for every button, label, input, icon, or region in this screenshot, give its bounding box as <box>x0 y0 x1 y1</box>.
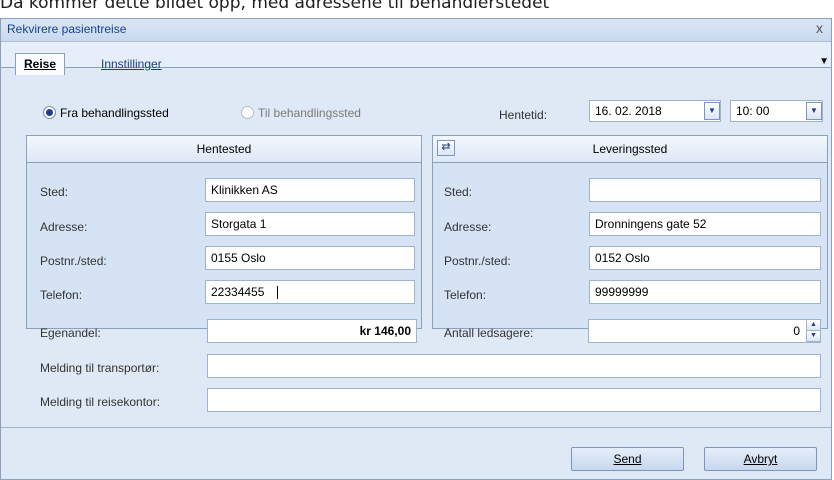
delivery-postal-field[interactable]: 0152 Oslo <box>589 246 821 270</box>
escorts-label: Antall ledsagere: <box>444 326 534 340</box>
date-dropdown-icon[interactable]: ▼ <box>704 102 720 120</box>
pickup-date-field[interactable]: 16. 02. 2018 <box>589 100 721 122</box>
delivery-panel: Leveringssted ⇄ Sted: Adresse: Dronninge… <box>432 135 828 329</box>
window-title: Rekvirere pasientreise <box>7 22 127 36</box>
stepper-down-icon[interactable]: ▼ <box>807 331 820 342</box>
copay-label: Egenandel: <box>40 326 101 340</box>
tab-innstillinger[interactable]: Innstillinger <box>93 54 170 74</box>
pickup-postal-label: Postnr./sted: <box>40 254 107 268</box>
tab-reise[interactable]: Reise <box>15 53 66 75</box>
tab-overflow-icon[interactable]: ▼ <box>819 56 829 67</box>
delivery-address-field[interactable]: Dronningens gate 52 <box>589 212 821 236</box>
close-icon[interactable]: x <box>816 20 823 36</box>
delivery-place-field[interactable] <box>589 178 821 202</box>
send-button[interactable]: Send <box>571 447 684 471</box>
delivery-phone-field[interactable]: 99999999 <box>589 280 821 304</box>
swap-addresses-icon[interactable]: ⇄ <box>437 140 455 156</box>
delivery-place-label: Sted: <box>444 185 473 199</box>
escorts-stepper[interactable]: ▲ ▼ <box>806 320 820 342</box>
pickup-place-field[interactable]: Klinikken AS <box>205 178 415 202</box>
pickup-time-label: Hentetid: <box>499 108 548 122</box>
msg-transport-label: Melding til transportør: <box>40 361 160 375</box>
escorts-field[interactable]: 0 <box>588 319 821 343</box>
title-bar: Rekvirere pasientreise x <box>1 19 831 42</box>
delivery-postal-label: Postnr./sted: <box>444 254 511 268</box>
pickup-phone-field[interactable]: 22334455 <box>205 280 415 304</box>
pickup-phone-label: Telefon: <box>40 288 83 302</box>
pickup-postal-field[interactable]: 0155 Oslo <box>205 246 415 270</box>
cancel-button[interactable]: Avbryt <box>704 447 817 471</box>
delivery-panel-title: Leveringssted <box>433 136 827 163</box>
document-caption-text: Da kommer dette bildet opp, med adressen… <box>0 0 550 13</box>
pickup-address-field[interactable]: Storgata 1 <box>205 212 415 236</box>
tab-reise-label: Reise <box>24 57 57 71</box>
radio-to-label: Til behandlingssted <box>258 106 361 120</box>
msg-office-label: Melding til reisekontor: <box>40 395 161 409</box>
tab-bar: Reise Innstillinger ▼ <box>1 42 831 75</box>
copay-field: kr 146,00 <box>207 319 417 343</box>
text-cursor <box>277 286 278 299</box>
send-button-label: Send <box>613 452 642 466</box>
cancel-button-label: Avbryt <box>743 452 778 466</box>
time-dropdown-icon[interactable]: ▼ <box>806 102 822 120</box>
msg-transport-field[interactable] <box>207 354 821 378</box>
radio-from-treatment[interactable]: Fra behandlingssted <box>43 106 169 120</box>
pickup-address-label: Adresse: <box>40 220 88 234</box>
msg-office-field[interactable] <box>207 388 821 412</box>
tab-innstillinger-label: Innstillinger <box>101 57 162 71</box>
radio-unselected-icon <box>241 106 254 119</box>
delivery-phone-label: Telefon: <box>444 288 487 302</box>
pickup-panel: Hentested Sted: Klinikken AS Adresse: St… <box>26 135 422 329</box>
radio-from-label: Fra behandlingssted <box>60 106 169 120</box>
footer-divider <box>1 427 831 428</box>
pickup-place-label: Sted: <box>40 185 69 199</box>
delivery-address-label: Adresse: <box>444 220 492 234</box>
pickup-panel-title: Hentested <box>27 136 421 163</box>
radio-to-treatment[interactable]: Til behandlingssted <box>241 106 361 120</box>
dialog-window: Rekvirere pasientreise x Reise Innstilli… <box>0 18 832 480</box>
stepper-up-icon[interactable]: ▲ <box>807 320 820 331</box>
radio-selected-icon <box>43 106 56 119</box>
